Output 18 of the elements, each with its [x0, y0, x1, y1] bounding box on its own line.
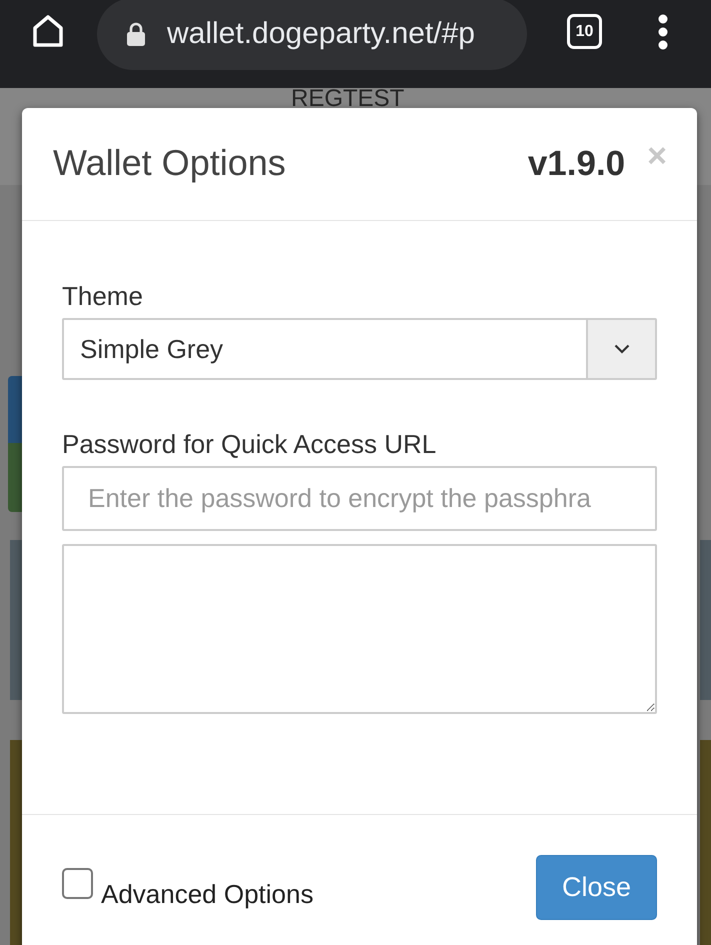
- dialog-title: Wallet Options: [53, 143, 287, 183]
- menu-icon[interactable]: [658, 14, 668, 50]
- text-input-field[interactable]: Enter the password to encrypt the passphra: [62, 466, 657, 531]
- field-label: Theme: [62, 280, 144, 312]
- panel-edge: [8, 376, 22, 443]
- checkbox-label[interactable]: Advanced Options: [101, 878, 314, 910]
- lock-icon: [125, 22, 147, 46]
- panel-edge: [8, 443, 22, 512]
- tab-count-button[interactable]: 10: [567, 14, 602, 49]
- address-bar[interactable]: wallet.dogeparty.net/#p: [97, 0, 527, 70]
- chevron-down-icon: [614, 344, 630, 354]
- network-label: REGTEST: [291, 89, 404, 108]
- field-label: Password for Quick Access URL: [62, 428, 438, 460]
- version-label: v1.9.0: [528, 144, 626, 184]
- checkbox[interactable]: [62, 868, 93, 899]
- text-area-field[interactable]: [62, 544, 657, 714]
- close-button[interactable]: Close: [536, 855, 657, 920]
- dropdown-select[interactable]: Simple Grey: [62, 318, 657, 380]
